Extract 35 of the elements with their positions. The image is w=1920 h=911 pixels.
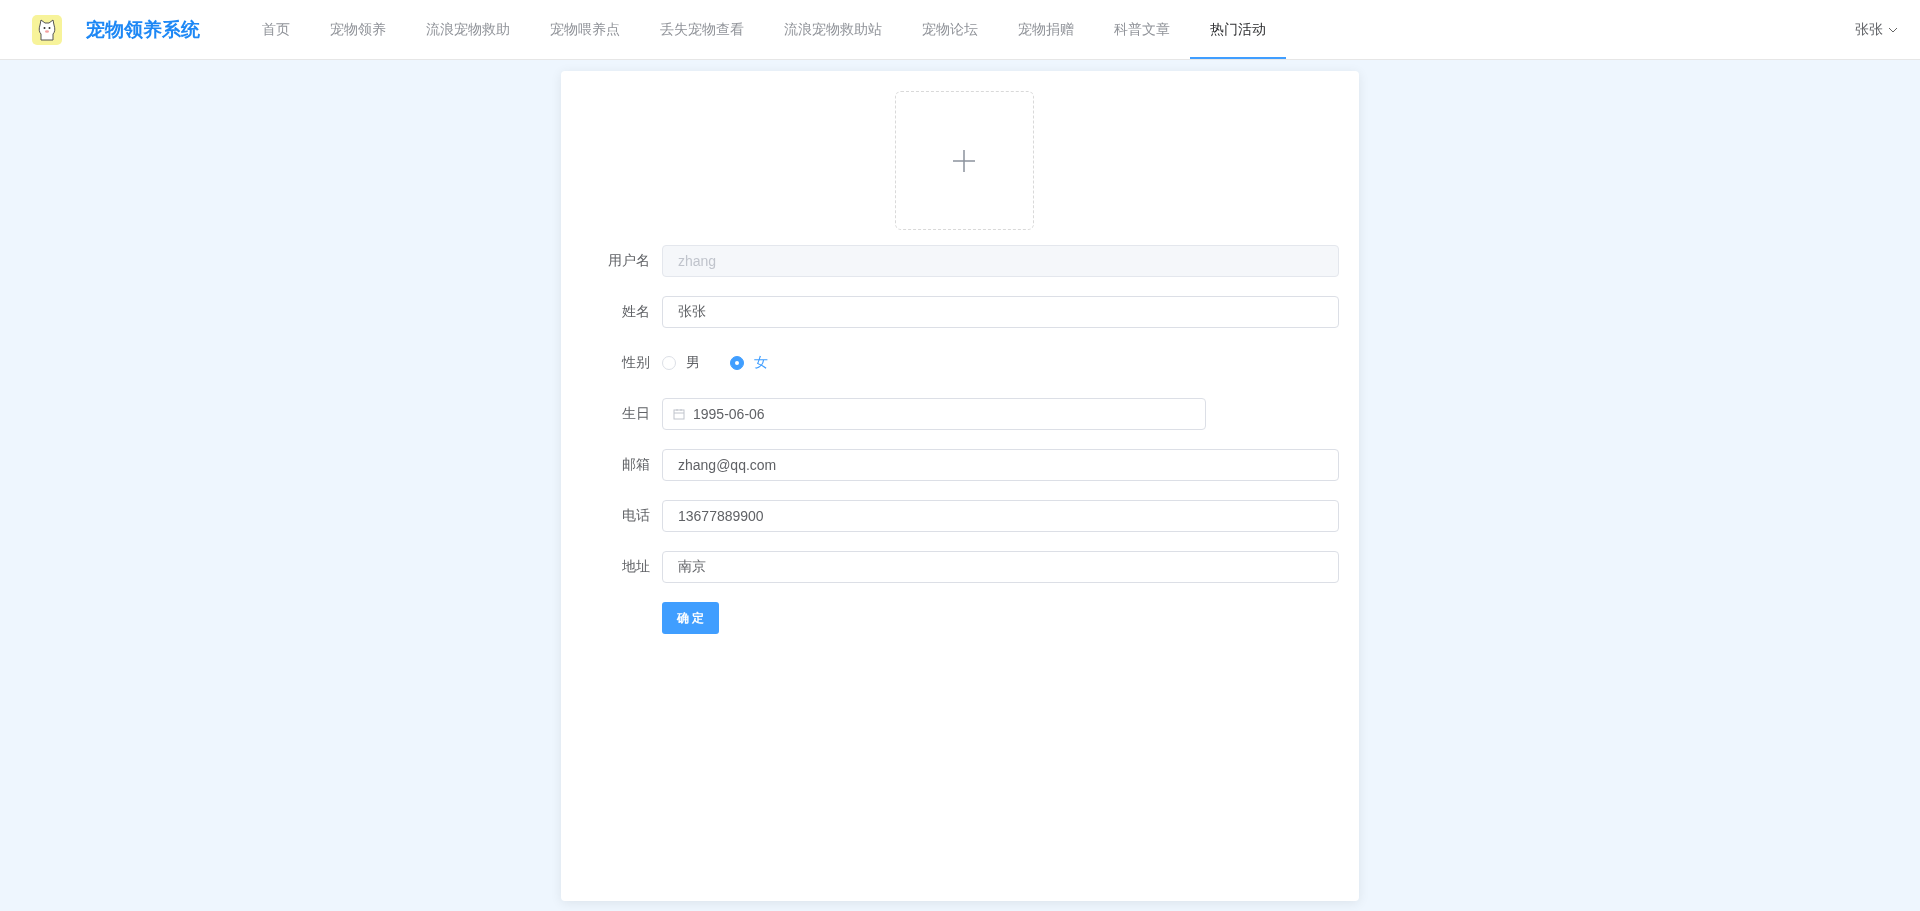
calendar-icon (673, 408, 685, 420)
nav-tab[interactable]: 流浪宠物救助站 (764, 2, 902, 59)
field-label: 用户名 (607, 252, 651, 270)
field-label: 生日 (621, 405, 651, 423)
nav-tab[interactable]: 科普文章 (1094, 2, 1190, 59)
field-label: 地址 (621, 558, 651, 576)
date-field[interactable]: 1995-06-06 (662, 398, 1206, 430)
avatar-upload[interactable] (894, 91, 1034, 230)
radio-label: 女 (754, 354, 768, 372)
nav-tab[interactable]: 首页 (242, 2, 310, 59)
cat-logo-icon (32, 14, 62, 45)
radio-button[interactable] (730, 356, 744, 370)
nav-tab[interactable]: 宠物论坛 (902, 2, 998, 59)
text-field[interactable]: 13677889900 (662, 500, 1339, 532)
text-field[interactable]: zhang@qq.com (662, 449, 1339, 481)
date-value: 1995-06-06 (693, 406, 765, 422)
radio-label: 男 (686, 354, 700, 372)
field-label: 电话 (621, 507, 651, 525)
app-title: 宠物领养系统 (86, 17, 200, 42)
text-field[interactable]: 南京 (662, 551, 1339, 583)
radio-option[interactable]: 男 (662, 354, 700, 372)
nav-tab[interactable]: 热门活动 (1190, 2, 1286, 59)
field-label: 性别 (620, 354, 651, 372)
user-menu[interactable]: 张张 (1855, 20, 1898, 39)
radio-option[interactable]: 女 (730, 354, 768, 372)
nav-tab[interactable]: 宠物捐赠 (998, 2, 1094, 59)
text-field[interactable]: 张张 (662, 296, 1339, 328)
field-label: 邮箱 (621, 456, 651, 474)
confirm-button[interactable]: 确 定 (662, 602, 720, 634)
plus-icon (952, 148, 976, 173)
nav-tab[interactable]: 流浪宠物救助 (406, 2, 530, 59)
nav-tab[interactable]: 宠物喂养点 (530, 2, 640, 59)
nav-tab[interactable]: 丢失宠物查看 (640, 2, 764, 59)
nav-tab[interactable]: 宠物领养 (310, 2, 406, 59)
field-label: 姓名 (621, 303, 651, 321)
